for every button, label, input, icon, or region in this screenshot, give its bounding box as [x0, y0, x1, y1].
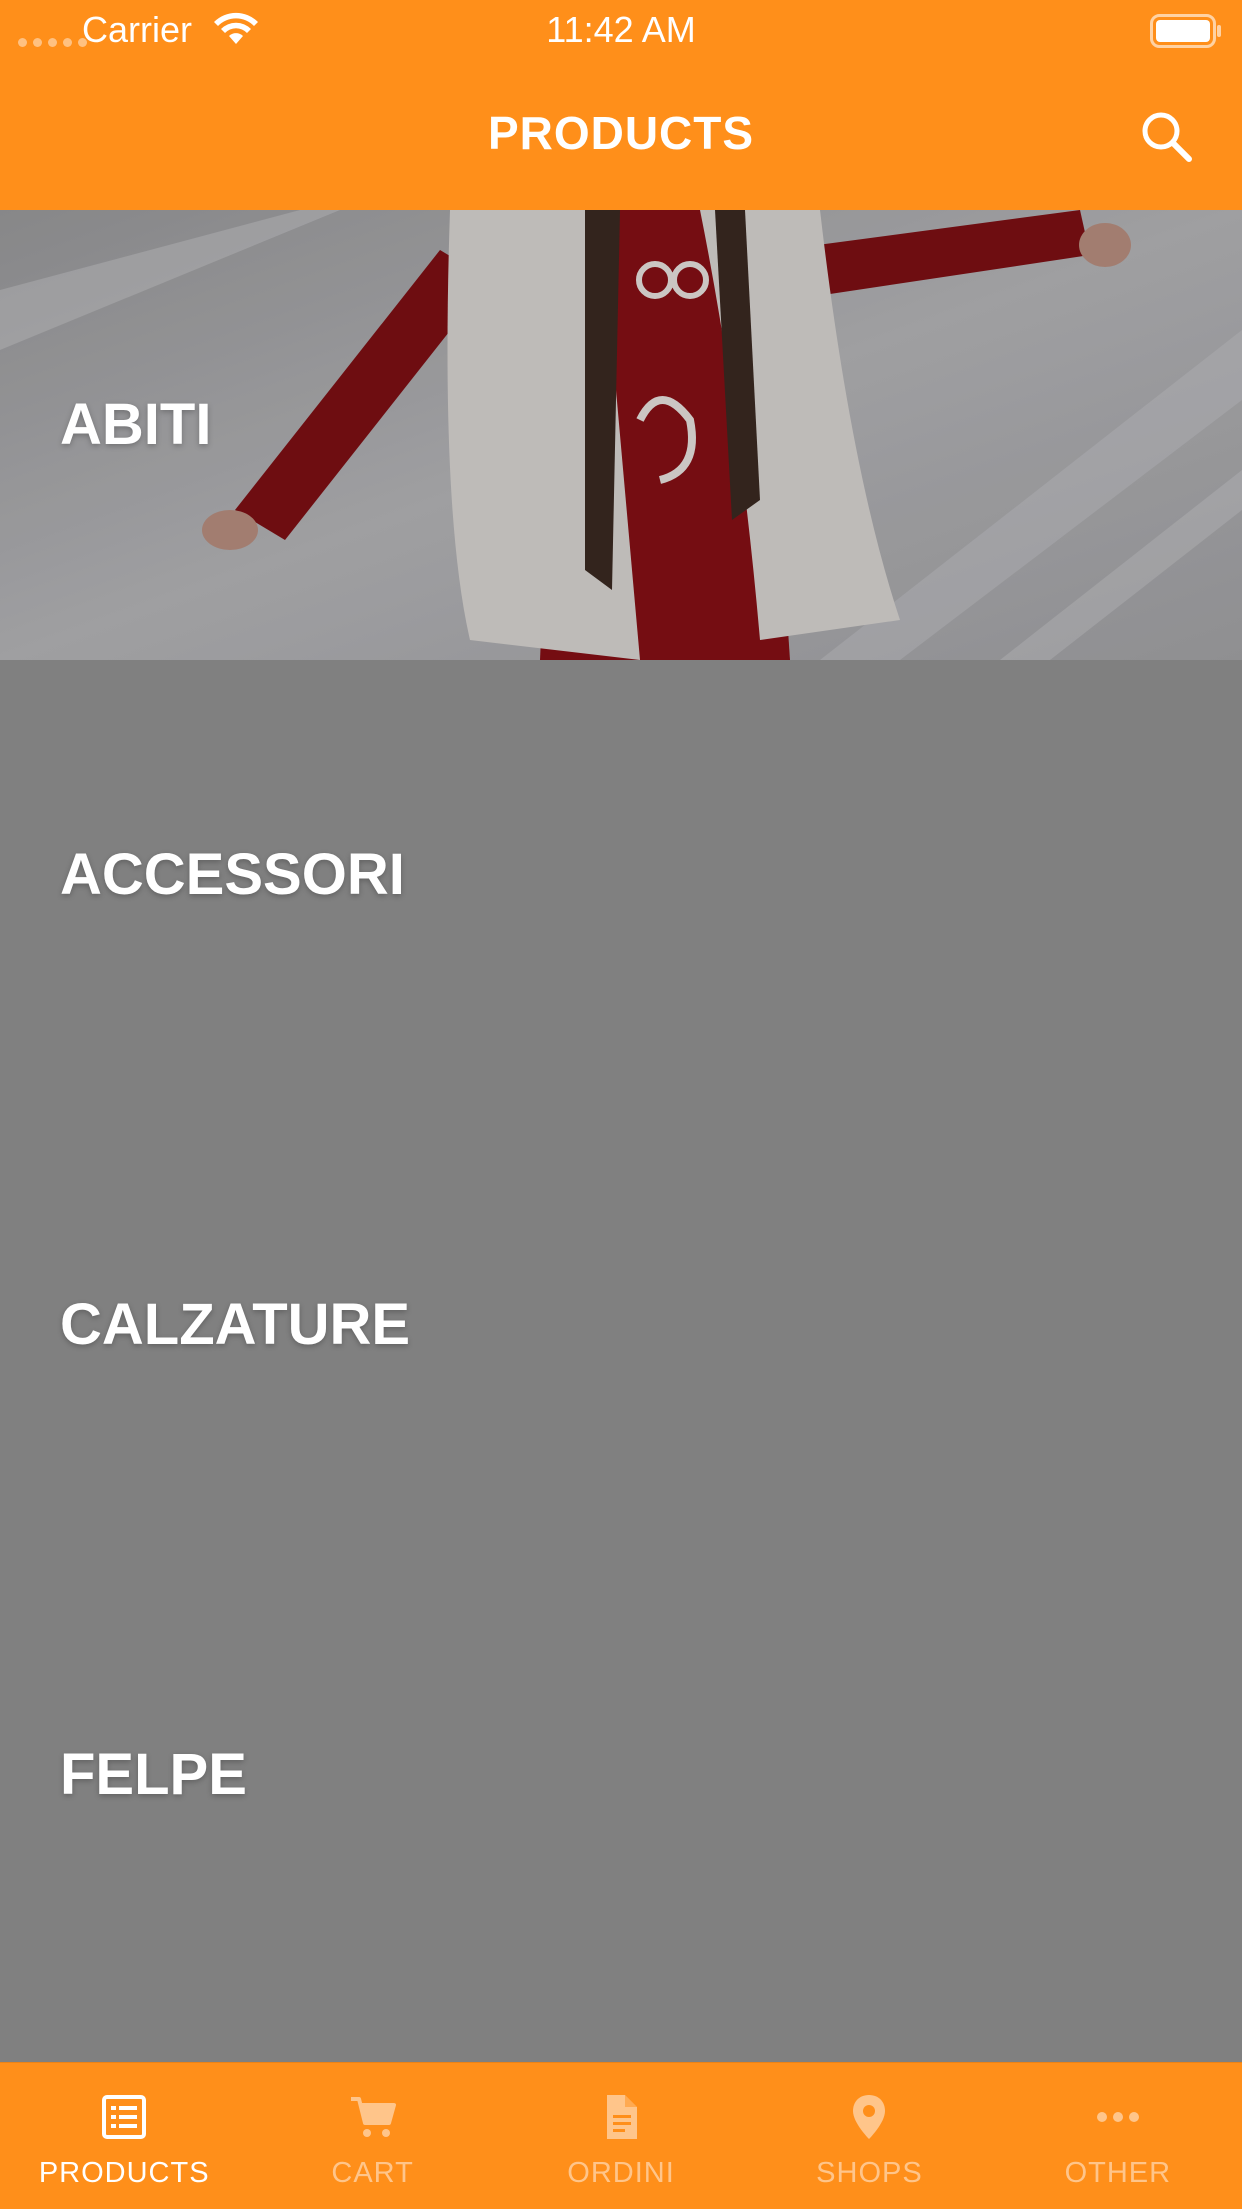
tab-other[interactable]: OTHER — [994, 2063, 1242, 2209]
tab-shops[interactable]: SHOPS — [745, 2063, 993, 2209]
tab-cart[interactable]: CART — [248, 2063, 496, 2209]
tab-bar: PRODUCTS CART ORDINI SHOPS OTHER — [0, 2062, 1242, 2209]
search-icon[interactable] — [1138, 108, 1194, 164]
category-tile-calzature[interactable]: CALZATURE — [0, 1110, 1242, 1560]
category-tile-accessori[interactable]: ACCESSORI — [0, 660, 1242, 1110]
tab-label: SHOPS — [816, 2157, 923, 2189]
document-icon — [607, 2095, 638, 2139]
tab-ordini[interactable]: ORDINI — [497, 2063, 745, 2209]
status-bar: Carrier 11:42 AM — [0, 0, 1242, 60]
category-label: ABITI — [60, 392, 212, 457]
category-list: ABITI ACCESSORI CALZATURE FELPE — [0, 210, 1242, 2062]
map-pin-icon — [853, 2095, 886, 2139]
navigation-header: Carrier 11:42 AM PRODUCTS — [0, 0, 1242, 210]
category-label: CALZATURE — [60, 1292, 411, 1357]
tab-label: CART — [331, 2157, 414, 2189]
tab-label: ORDINI — [567, 2157, 675, 2189]
category-label: FELPE — [60, 1742, 247, 1807]
tab-label: PRODUCTS — [38, 2157, 210, 2189]
category-label: ACCESSORI — [60, 842, 405, 907]
list-icon — [102, 2095, 147, 2139]
tab-label: OTHER — [1064, 2157, 1172, 2189]
status-time: 11:42 AM — [546, 9, 696, 50]
battery-icon — [1150, 14, 1221, 48]
category-tile-felpe[interactable]: FELPE — [0, 1560, 1242, 2010]
category-tile-abiti[interactable]: ABITI — [0, 210, 1242, 660]
page-title: PRODUCTS — [487, 107, 755, 159]
more-icon — [1096, 2112, 1139, 2122]
cart-icon — [350, 2097, 396, 2137]
tab-products[interactable]: PRODUCTS — [0, 2063, 248, 2209]
